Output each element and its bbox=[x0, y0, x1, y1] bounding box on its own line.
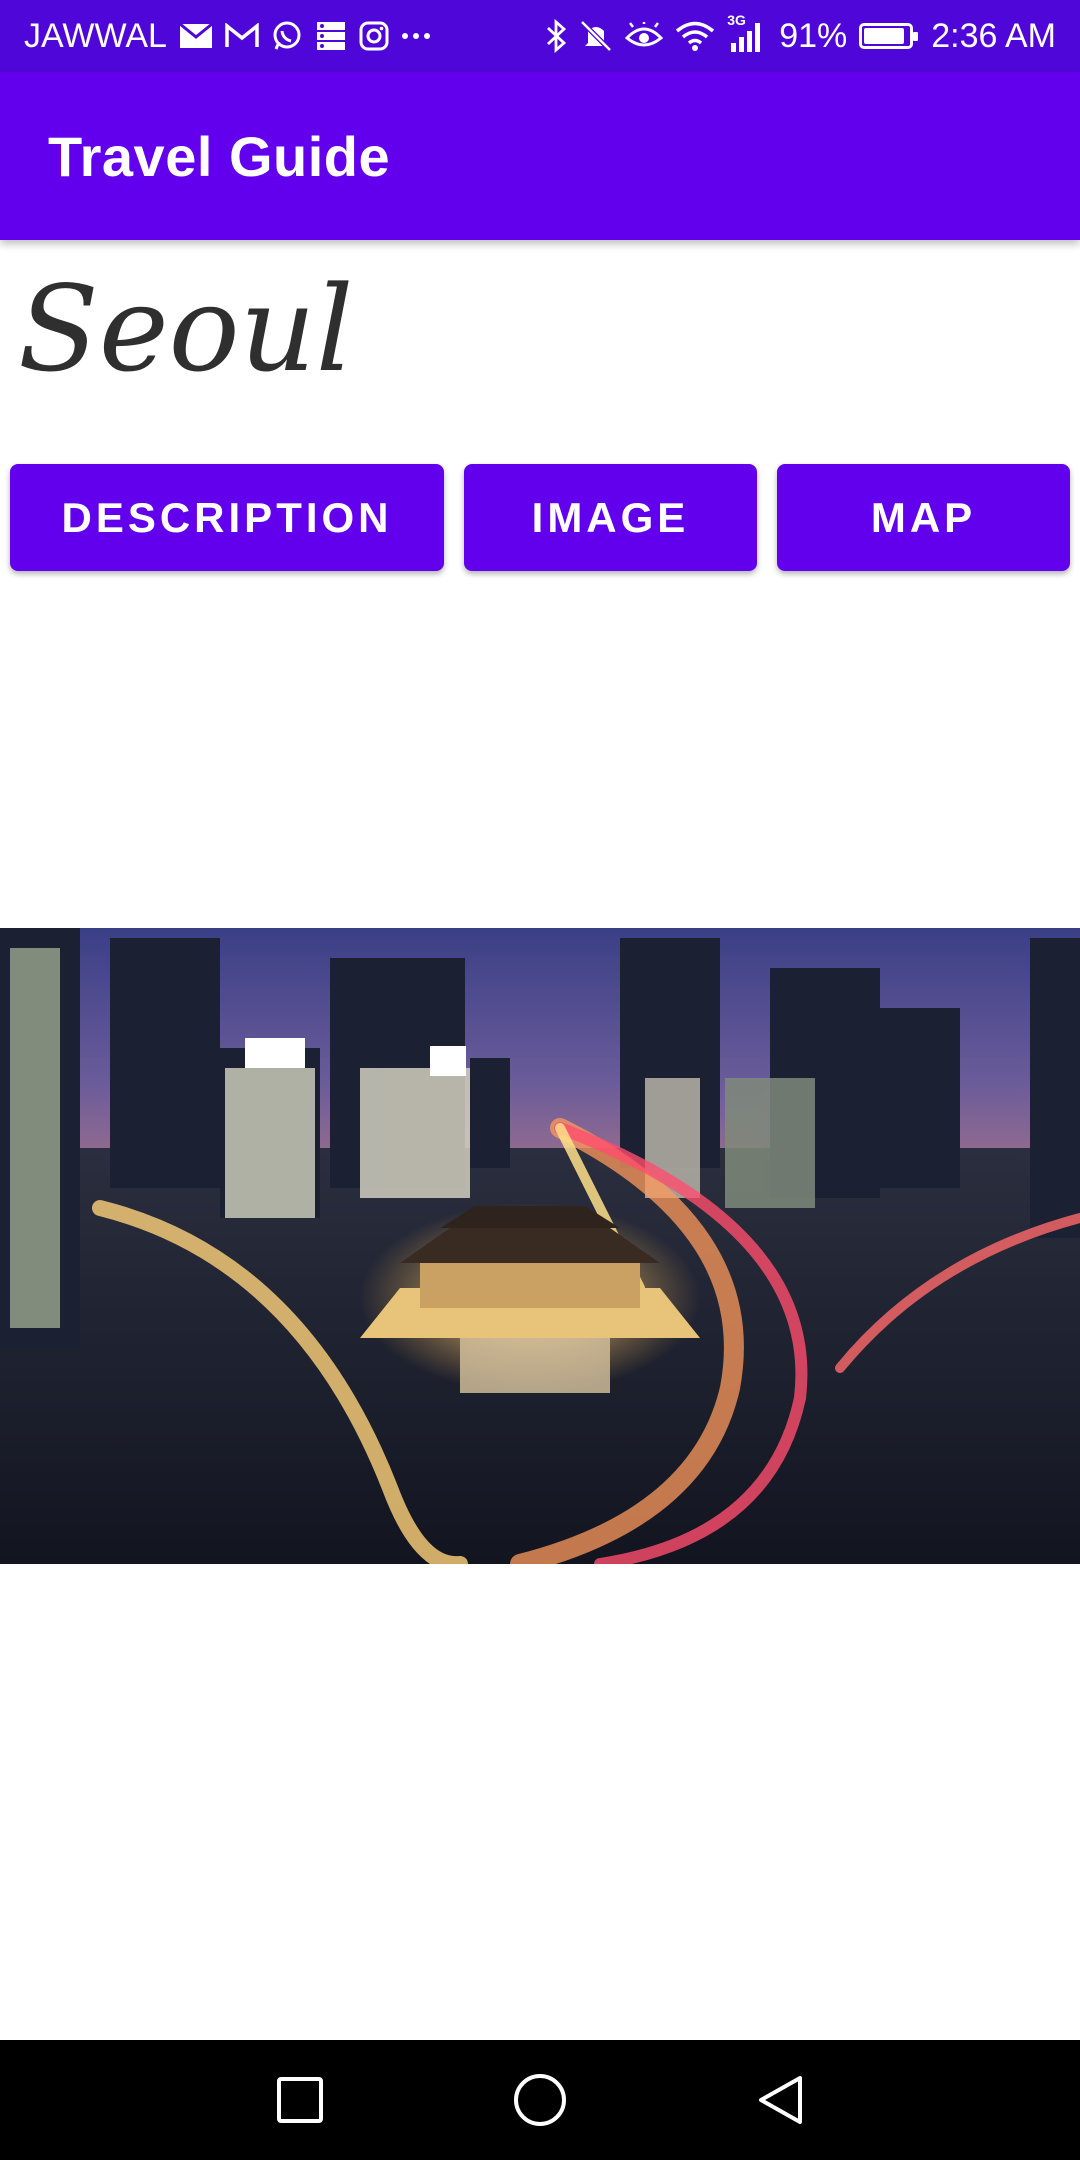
bluetooth-icon bbox=[545, 19, 567, 53]
wifi-icon bbox=[675, 20, 715, 52]
carrier-name: JAWWAL bbox=[24, 16, 167, 55]
city-photo bbox=[0, 928, 1080, 1564]
status-left: JAWWAL bbox=[24, 17, 431, 56]
instagram-icon bbox=[359, 21, 389, 51]
eye-comfort-icon bbox=[625, 22, 664, 50]
storage-icon bbox=[315, 20, 347, 52]
gmail-icon bbox=[225, 23, 259, 49]
description-button[interactable]: DESCRIPTION bbox=[10, 464, 444, 571]
app-bar: Travel Guide bbox=[0, 72, 1080, 240]
image-button[interactable]: IMAGE bbox=[464, 464, 757, 571]
recents-icon[interactable] bbox=[240, 2040, 360, 2160]
signal-type-label: 3G bbox=[727, 12, 746, 28]
mute-icon bbox=[579, 19, 613, 53]
clock: 2:36 AM bbox=[931, 16, 1056, 55]
navigation-bar bbox=[0, 2040, 1080, 2160]
status-right: 3G 91% 2:36 AM bbox=[545, 13, 1056, 56]
battery-icon bbox=[859, 23, 919, 49]
home-icon[interactable] bbox=[480, 2040, 600, 2160]
more-notifications-icon bbox=[401, 31, 431, 41]
battery-percentage: 91% bbox=[779, 16, 848, 55]
signal-icon: 3G bbox=[727, 13, 767, 53]
status-bar: JAWWAL 3G 91% 2:36 AM bbox=[0, 0, 1080, 72]
whatsapp-icon bbox=[271, 20, 303, 52]
map-button[interactable]: MAP bbox=[777, 464, 1070, 571]
screen: JAWWAL 3G 91% 2:36 AM Travel Guide Seoul… bbox=[0, 0, 1080, 2160]
app-title: Travel Guide bbox=[48, 124, 391, 188]
battery-level-fill bbox=[864, 28, 904, 44]
mail-icon bbox=[178, 23, 213, 49]
city-title: Seoul bbox=[18, 260, 354, 398]
back-icon[interactable] bbox=[720, 2040, 840, 2160]
